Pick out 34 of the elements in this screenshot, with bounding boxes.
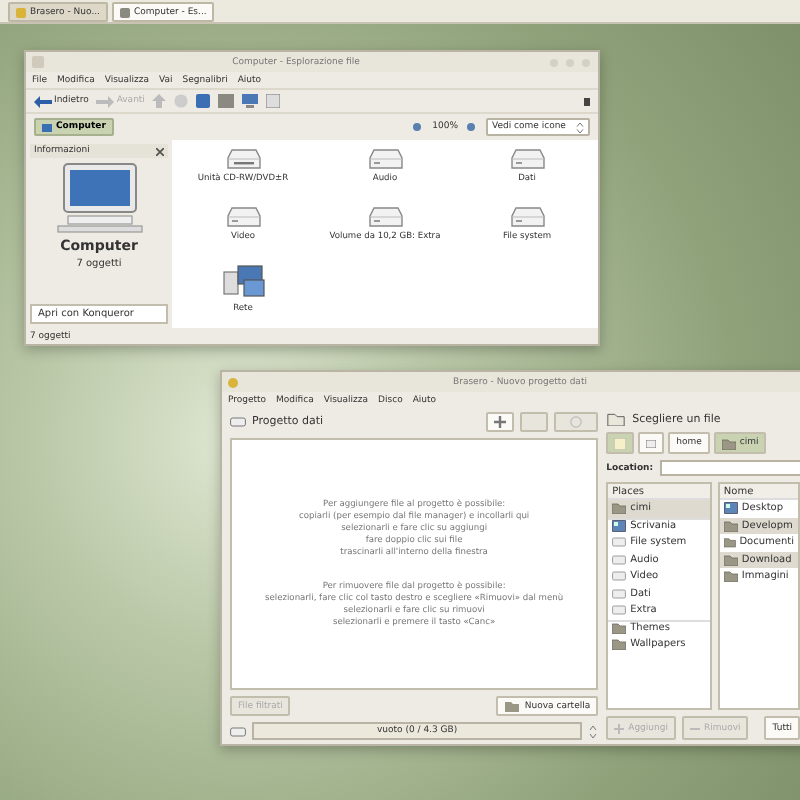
computer-drawing [55, 162, 143, 234]
back-arrow-icon [34, 95, 52, 107]
network-computers-icon [221, 264, 265, 300]
burn-button[interactable] [554, 412, 599, 432]
drive-icon [509, 148, 545, 170]
drive-icon [225, 206, 261, 228]
minus-icon [689, 723, 700, 733]
add-button[interactable] [486, 412, 515, 432]
plus-icon [614, 723, 625, 733]
optical-drive-icon [225, 148, 261, 170]
computer-icon [42, 123, 52, 131]
drive-icon [367, 206, 403, 228]
spin-arrows-icon [588, 723, 599, 739]
pencil-icon [614, 437, 627, 449]
folder-icon [606, 412, 627, 426]
drive-icon [646, 439, 657, 447]
window-menu-icon [32, 56, 44, 68]
folder-icon [504, 700, 521, 712]
disc-icon [570, 416, 583, 428]
spin-arrows-icon [576, 121, 584, 133]
folder-icon [721, 437, 736, 449]
desktop-icon [612, 520, 627, 533]
disc-drive-icon [230, 416, 246, 428]
path-scroll-button[interactable] [638, 432, 665, 454]
disc-drive-icon [230, 725, 246, 737]
drive-icon [509, 206, 545, 228]
forward-arrow-icon [96, 95, 115, 107]
computer-icon [242, 94, 259, 108]
edit-location-button[interactable] [606, 432, 635, 454]
up-arrow-icon [152, 94, 167, 108]
plus-icon [494, 416, 507, 428]
desktop-icon [723, 502, 738, 515]
drive-icon [367, 148, 403, 170]
close-icon [156, 147, 164, 155]
